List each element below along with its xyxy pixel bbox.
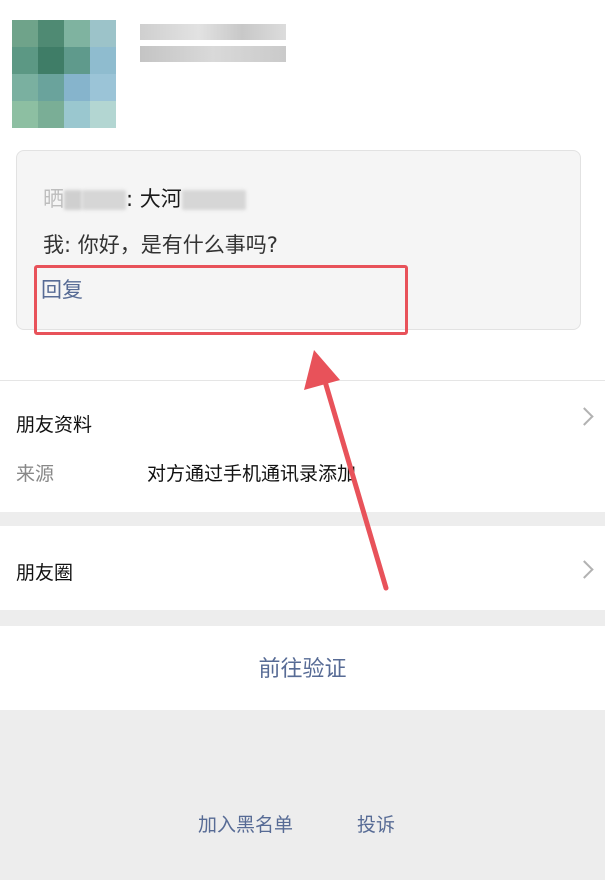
annotation-arrow-icon (304, 350, 389, 591)
